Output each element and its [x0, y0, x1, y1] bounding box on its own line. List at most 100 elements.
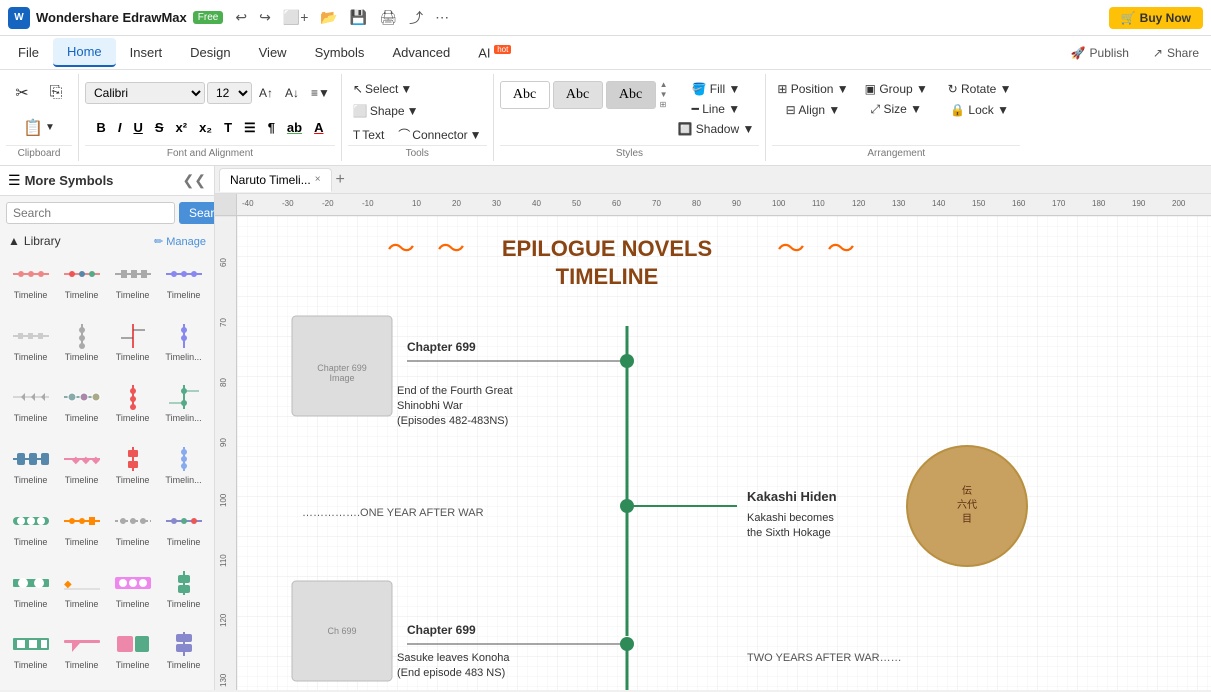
group-button[interactable]: ▣ Group ▼	[856, 80, 937, 98]
list-item[interactable]: Timelin...	[159, 441, 208, 501]
buy-now-button[interactable]: 🛒 Buy Now	[1109, 7, 1203, 29]
paragraph-button[interactable]: ¶	[263, 119, 280, 136]
paste-button[interactable]: 📋 ▼	[17, 114, 61, 142]
align-button[interactable]: ⊟ Align ▼	[772, 100, 853, 119]
list-item[interactable]: Timeline	[159, 626, 208, 686]
cart-icon: 🛒	[1121, 11, 1136, 25]
text-button[interactable]: T Text	[348, 126, 389, 144]
list-item[interactable]: Timeline	[6, 565, 55, 625]
menu-advanced[interactable]: Advanced	[378, 39, 464, 66]
more-button[interactable]: ⋯	[431, 7, 453, 28]
menu-home[interactable]: Home	[53, 38, 116, 67]
add-tab-button[interactable]: +	[336, 171, 345, 189]
open-button[interactable]: 📂	[316, 7, 341, 28]
menu-view[interactable]: View	[245, 39, 301, 66]
redo-button[interactable]: ↪	[255, 7, 275, 28]
list-item[interactable]: Timeline	[108, 441, 157, 501]
clipboard-label: Clipboard	[6, 145, 72, 159]
styles-label: Styles	[500, 145, 760, 159]
document-tab[interactable]: Naruto Timeli... ×	[219, 168, 332, 192]
search-input[interactable]	[6, 202, 175, 224]
rotate-button[interactable]: ↻ Rotate ▼	[939, 80, 1020, 98]
font-grow-button[interactable]: A↑	[254, 84, 278, 102]
text-align-button[interactable]: ≡▼	[306, 84, 335, 102]
save-button[interactable]: 💾	[346, 7, 371, 28]
menu-design[interactable]: Design	[176, 39, 244, 66]
manage-link[interactable]: ✏ Manage	[154, 235, 206, 248]
list-item[interactable]: Timeline	[57, 318, 106, 378]
list-item[interactable]: Timeline	[108, 626, 157, 686]
list-item[interactable]: Timeline	[6, 503, 55, 563]
cut-button[interactable]: ✂	[6, 79, 38, 107]
list-item[interactable]: Timeline	[6, 256, 55, 316]
underline-button[interactable]: U	[128, 119, 147, 136]
style-expand[interactable]: ⊞	[659, 100, 669, 110]
list-item[interactable]: Timeline	[57, 256, 106, 316]
fill-button[interactable]: 🪣 Fill ▼	[672, 80, 759, 98]
list-item[interactable]: ◆ Timeline	[57, 565, 106, 625]
menu-symbols[interactable]: Symbols	[301, 39, 379, 66]
font-shrink-button[interactable]: A↓	[280, 84, 304, 102]
line-button[interactable]: ━ Line ▼	[672, 100, 759, 118]
connector-button[interactable]: ⌒ Connector ▼	[393, 124, 486, 145]
style-box-3[interactable]: Abc	[606, 81, 656, 109]
list-item[interactable]: Timeline	[159, 565, 208, 625]
lock-button[interactable]: 🔒 Lock ▼	[939, 100, 1020, 119]
menu-insert[interactable]: Insert	[116, 39, 177, 66]
list-item[interactable]: Timelin...	[159, 318, 208, 378]
undo-button[interactable]: ↩	[231, 7, 251, 28]
list-item[interactable]: Timeline	[108, 503, 157, 563]
position-button[interactable]: ⊞ Position ▼	[772, 80, 853, 98]
print-button[interactable]: 🖨	[375, 7, 401, 28]
new-button[interactable]: ⬜+	[279, 7, 313, 28]
subscript-button[interactable]: x₂	[194, 119, 217, 136]
shadow-button[interactable]: 🔲 Shadow ▼	[672, 120, 759, 138]
list-item[interactable]: Timeline	[6, 379, 55, 439]
list-item[interactable]: Timeline	[57, 626, 106, 686]
menu-file[interactable]: File	[4, 39, 53, 66]
tab-bar: Naruto Timeli... × +	[215, 166, 1211, 194]
select-button[interactable]: ↖ Select ▼	[348, 80, 417, 98]
bold-button[interactable]: B	[91, 119, 110, 136]
superscript-button[interactable]: x²	[171, 119, 193, 136]
style-scroll-down[interactable]: ▼	[659, 90, 669, 100]
size-button[interactable]: ⤢ Size ▼	[856, 100, 937, 119]
italic-button[interactable]: I	[113, 119, 127, 136]
svg-text:50: 50	[572, 199, 581, 208]
font-size-select[interactable]: 12	[207, 82, 252, 104]
list-item[interactable]: Timeline	[159, 503, 208, 563]
strikethrough-button[interactable]: S	[150, 119, 169, 136]
symbol-label: Timeline	[14, 413, 48, 423]
tab-close-button[interactable]: ×	[315, 174, 321, 185]
list-item[interactable]: Timeline	[108, 379, 157, 439]
search-button[interactable]: Search	[179, 202, 215, 224]
list-item[interactable]: Timeline	[108, 565, 157, 625]
list-item[interactable]: Timeline	[159, 256, 208, 316]
canvas-viewport[interactable]: EPILOGUE NOVELS TIMELINE 〜 〜 〜 〜 Chapter…	[237, 216, 1211, 690]
list-item[interactable]: ◆◆◆ Timeline	[57, 441, 106, 501]
share-button[interactable]: ↗ Share	[1145, 42, 1207, 64]
copy-button[interactable]: ⎘	[40, 80, 72, 106]
list-item[interactable]: Timeline	[57, 379, 106, 439]
highlight-button[interactable]: ab	[282, 119, 307, 136]
menu-ai[interactable]: AI hot	[464, 39, 525, 66]
style-box-1[interactable]: Abc	[500, 81, 550, 109]
symbol-label: Timelin...	[165, 413, 201, 423]
list-item[interactable]: Timeline	[57, 503, 106, 563]
list-item[interactable]: Timeline	[6, 441, 55, 501]
list-item[interactable]: Timeline	[108, 318, 157, 378]
font-color-button[interactable]: A	[309, 119, 328, 136]
style-scroll-up[interactable]: ▲	[659, 80, 669, 90]
export-button[interactable]: ⤴	[405, 6, 427, 30]
style-box-2[interactable]: Abc	[553, 81, 603, 109]
text-dir-button[interactable]: T	[219, 119, 237, 136]
shape-button[interactable]: ⬜ Shape ▼	[348, 102, 424, 120]
publish-button[interactable]: 🚀 Publish	[1063, 42, 1137, 64]
list-item[interactable]: Timeline	[108, 256, 157, 316]
list-item[interactable]: Timelin...	[159, 379, 208, 439]
list-button[interactable]: ☰	[239, 119, 261, 137]
sidebar-collapse-button[interactable]: ❮❮	[183, 172, 206, 189]
font-family-select[interactable]: Calibri	[85, 82, 205, 104]
list-item[interactable]: Timeline	[6, 626, 55, 686]
list-item[interactable]: Timeline	[6, 318, 55, 378]
